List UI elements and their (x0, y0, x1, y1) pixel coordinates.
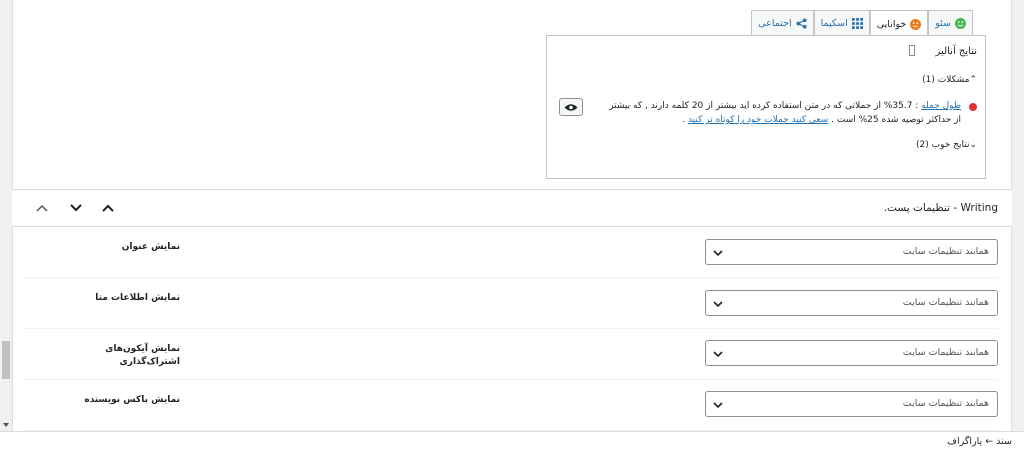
block-breadcrumb[interactable]: سند ← پاراگراف (947, 436, 1012, 447)
chevron-up-icon: ⌃ (969, 75, 977, 85)
tab-schema[interactable]: اسکیما (813, 10, 870, 36)
section-title: Writing - تنظیمات پست. (883, 202, 998, 214)
analysis-title: نتایج آنالیز (935, 46, 977, 57)
editor-statusbar: سند ← پاراگراف (0, 431, 1024, 451)
setting-label: نمایش اطلاعات متا (95, 293, 180, 303)
green-smiley-icon (955, 18, 966, 29)
select-value: همانند تنظیمات سایت (902, 246, 989, 257)
help-icon[interactable] (909, 45, 915, 56)
scrollbar-thumb[interactable] (2, 341, 10, 379)
chevron-down-icon (713, 301, 723, 308)
analysis-results-box: نتایج آنالیز ⌃مشکلات (1) طول جمله : 35.7… (546, 35, 986, 179)
collapse-button[interactable] (100, 200, 116, 216)
share-icon (796, 18, 807, 29)
setting-row: نمایش آیکون‌های اشتراک‌گذاری همانند تنظی… (24, 329, 998, 380)
setting-row: نمایش عنوان همانند تنظیمات سایت (24, 227, 998, 278)
right-margin (1012, 0, 1024, 431)
tab-seo[interactable]: سئو (928, 10, 973, 36)
move-up-button[interactable] (34, 200, 50, 216)
tab-readability-label: خوانایی (876, 18, 907, 30)
scroll-down-arrow-icon[interactable] (2, 421, 10, 429)
tab-schema-label: اسکیما (820, 18, 848, 29)
orange-smiley-icon (910, 18, 922, 30)
chevron-down-icon (713, 250, 723, 257)
chevron-up-icon (102, 204, 114, 212)
show-title-select[interactable]: همانند تنظیمات سایت (705, 239, 998, 265)
tab-social[interactable]: اجتماعی (751, 10, 814, 36)
good-results-label: نتایج خوب (2) (916, 140, 970, 150)
setting-label: نمایش عنوان (121, 242, 180, 252)
sentence-length-link[interactable]: طول جمله (921, 101, 961, 111)
show-author-box-select[interactable]: همانند تنظیمات سایت (705, 391, 998, 417)
chevron-up-icon (36, 204, 48, 212)
setting-row: نمایش اطلاعات متا همانند تنظیمات سایت (24, 278, 998, 329)
tab-readability[interactable]: خوانایی (869, 10, 929, 37)
good-results-toggle[interactable]: ⌄نتایج خوب (2) (916, 140, 977, 150)
issue-status-dot (969, 103, 977, 111)
post-settings-header: Writing - تنظیمات پست. (12, 189, 1012, 227)
select-value: همانند تنظیمات سایت (902, 398, 989, 409)
select-value: همانند تنظیمات سایت (902, 297, 989, 308)
move-down-button[interactable] (68, 200, 84, 216)
setting-row: نمایش باکس نویسنده همانند تنظیمات سایت (24, 380, 998, 431)
chevron-down-icon (713, 402, 723, 409)
show-meta-select[interactable]: همانند تنظیمات سایت (705, 290, 998, 316)
grid-icon (851, 18, 863, 29)
problems-toggle[interactable]: ⌃مشکلات (1) (922, 75, 977, 85)
chevron-down-icon: ⌄ (969, 140, 977, 150)
select-value: همانند تنظیمات سایت (902, 347, 989, 358)
setting-label: نمایش باکس نویسنده (84, 395, 180, 405)
eye-icon (564, 103, 578, 111)
issue-text: طول جمله : 35.7% از جملاتی که در متن است… (601, 99, 961, 127)
setting-label: نمایش آیکون‌های اشتراک‌گذاری (105, 344, 180, 367)
shorten-sentences-link[interactable]: سعی کنید جملات خود را کوتاه تر کنید (688, 115, 828, 125)
chevron-down-icon (70, 204, 82, 212)
problems-label: مشکلات (1) (922, 75, 970, 85)
page-scrollbar[interactable] (0, 0, 12, 431)
highlight-button[interactable] (559, 98, 583, 116)
chevron-down-icon (713, 351, 723, 358)
tab-social-label: اجتماعی (758, 18, 792, 29)
show-share-icons-select[interactable]: همانند تنظیمات سایت (705, 340, 998, 366)
tab-seo-label: سئو (935, 18, 951, 29)
analysis-tabs: اجتماعی اسکیما خوانایی سئو (751, 10, 973, 37)
